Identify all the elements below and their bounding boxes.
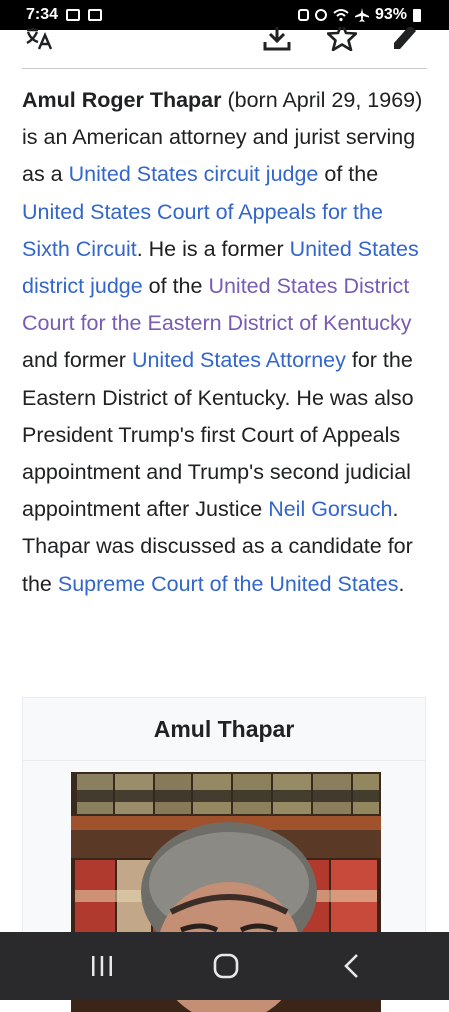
pencil-icon — [394, 27, 416, 49]
watch-button[interactable] — [325, 24, 359, 54]
recents-button[interactable] — [72, 932, 132, 1000]
gallery-notification-icon — [66, 9, 81, 21]
download-button[interactable] — [260, 24, 294, 54]
paragraph-text: and former — [22, 348, 132, 373]
paragraph-text: . — [398, 571, 405, 596]
link-circuit-judge[interactable]: United States circuit judge — [69, 162, 319, 186]
infobox-title: Amul Thapar — [23, 698, 425, 761]
lead-paragraph: Amul Roger Thapar (born April 29, 1969) … — [22, 82, 432, 603]
toolbar-divider — [22, 68, 427, 69]
paragraph-text: . He is a former — [136, 236, 290, 261]
alarm-icon — [314, 9, 327, 21]
article-toolbar — [0, 24, 449, 68]
recents-icon — [92, 956, 112, 976]
status-time: 7:34 — [26, 6, 59, 23]
battery-icon — [413, 8, 421, 22]
back-button[interactable] — [322, 932, 382, 1000]
navigation-bar — [0, 932, 449, 1000]
download-icon — [263, 27, 291, 51]
battery-percentage: 93% — [374, 6, 407, 23]
home-icon — [213, 953, 239, 979]
edit-button[interactable] — [388, 24, 422, 54]
subject-name: Amul Roger Thapar — [22, 88, 222, 112]
lock-icon — [297, 9, 309, 21]
star-icon — [327, 27, 357, 51]
link-neil-gorsuch[interactable]: Neil Gorsuch — [268, 497, 392, 521]
article-lead: Amul Roger Thapar (born April 29, 1969) … — [22, 82, 432, 603]
paragraph-text: for the Eastern District of Kentucky. He… — [22, 348, 414, 522]
wifi-icon — [333, 9, 349, 22]
link-us-attorney[interactable]: United States Attorney — [132, 348, 346, 372]
paragraph-text: of the — [318, 162, 379, 187]
back-icon — [344, 954, 358, 978]
airplane-mode-icon — [354, 8, 369, 22]
link-supreme-court[interactable]: Supreme Court of the United States — [58, 572, 399, 596]
language-button[interactable] — [24, 24, 58, 54]
paragraph-text: of the — [142, 274, 209, 299]
message-notification-icon — [88, 9, 103, 21]
home-button[interactable] — [196, 932, 256, 1000]
translate-icon — [26, 28, 53, 50]
